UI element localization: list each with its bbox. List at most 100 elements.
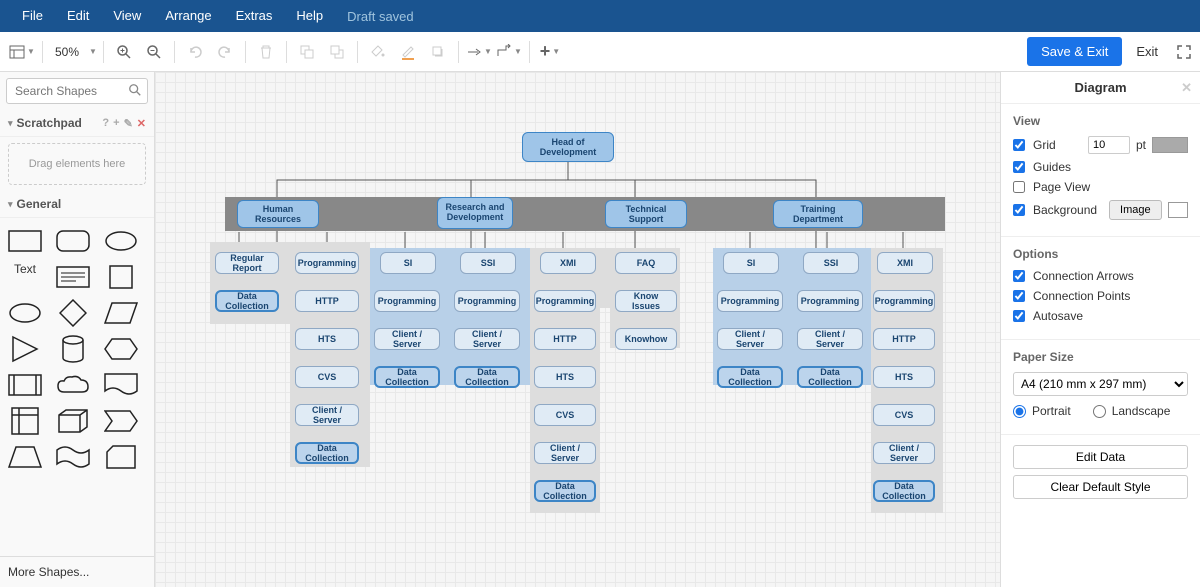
node[interactable]: Programming — [873, 290, 935, 312]
insert-button[interactable]: +▼ — [536, 38, 564, 66]
shape-cylinder[interactable] — [54, 334, 92, 364]
node[interactable]: Programming — [797, 290, 863, 312]
help-icon[interactable]: ? — [102, 117, 109, 130]
paper-size-select[interactable]: A4 (210 mm x 297 mm) — [1013, 372, 1188, 396]
menu-help[interactable]: Help — [284, 0, 335, 32]
zoom-level[interactable]: 50% — [49, 45, 85, 59]
shadow-button[interactable] — [424, 38, 452, 66]
node[interactable]: SI — [723, 252, 779, 274]
node[interactable]: Programming — [295, 252, 359, 274]
node[interactable]: Programming — [534, 290, 596, 312]
search-input[interactable] — [6, 78, 148, 104]
menu-edit[interactable]: Edit — [55, 0, 101, 32]
node[interactable]: Data Collection — [717, 366, 783, 388]
shape-ellipse2[interactable] — [6, 298, 44, 328]
conn-points-checkbox[interactable] — [1013, 290, 1025, 302]
shape-text[interactable]: Text — [6, 262, 44, 292]
shape-trapezoid[interactable] — [6, 442, 44, 472]
node[interactable]: HTS — [873, 366, 935, 388]
node[interactable]: Client / Server — [454, 328, 520, 350]
node[interactable]: Data Collection — [454, 366, 520, 388]
shape-card[interactable] — [102, 442, 140, 472]
line-color-button[interactable] — [394, 38, 422, 66]
undo-button[interactable] — [181, 38, 209, 66]
to-back-button[interactable] — [323, 38, 351, 66]
node[interactable]: Knowhow — [615, 328, 677, 350]
node-head[interactable]: Head of Development — [522, 132, 614, 162]
node[interactable]: Programming — [717, 290, 783, 312]
exit-button[interactable]: Exit — [1130, 40, 1164, 63]
shape-diamond[interactable] — [54, 298, 92, 328]
edit-data-button[interactable]: Edit Data — [1013, 445, 1188, 469]
fullscreen-icon[interactable] — [1176, 44, 1192, 60]
shape-parallelogram[interactable] — [102, 298, 140, 328]
shape-rounded-rect[interactable] — [54, 226, 92, 256]
node[interactable]: HTS — [534, 366, 596, 388]
save-exit-button[interactable]: Save & Exit — [1027, 37, 1122, 66]
node[interactable]: Client / Server — [717, 328, 783, 350]
background-checkbox[interactable] — [1013, 204, 1025, 216]
shape-textbox[interactable] — [54, 262, 92, 292]
node[interactable]: Data Collection — [374, 366, 440, 388]
zoom-out-button[interactable] — [140, 38, 168, 66]
shape-triangle[interactable] — [6, 334, 44, 364]
node[interactable]: HTTP — [295, 290, 359, 312]
node[interactable]: Data Collection — [215, 290, 279, 312]
background-color-button[interactable] — [1168, 202, 1188, 218]
shape-step[interactable] — [102, 406, 140, 436]
shape-rectangle[interactable] — [6, 226, 44, 256]
node-dept-hr[interactable]: Human Resources — [237, 200, 319, 228]
menu-extras[interactable]: Extras — [224, 0, 285, 32]
node[interactable]: Client / Server — [797, 328, 863, 350]
shape-hexagon[interactable] — [102, 334, 140, 364]
node[interactable]: Data Collection — [873, 480, 935, 502]
node[interactable]: Know Issues — [615, 290, 677, 312]
node[interactable]: Data Collection — [295, 442, 359, 464]
node-dept-ts[interactable]: Technical Support — [605, 200, 687, 228]
node-dept-td[interactable]: Training Department — [773, 200, 863, 228]
node[interactable]: HTTP — [873, 328, 935, 350]
node[interactable]: Programming — [374, 290, 440, 312]
scratchpad-header[interactable]: ▾ Scratchpad ? + ✎ ✕ — [0, 110, 154, 137]
node[interactable]: FAQ — [615, 252, 677, 274]
image-button[interactable]: Image — [1109, 200, 1162, 220]
more-shapes-button[interactable]: More Shapes... — [0, 556, 154, 587]
node[interactable]: SSI — [803, 252, 859, 274]
zoom-caret[interactable]: ▼ — [89, 47, 97, 56]
fill-color-button[interactable] — [364, 38, 392, 66]
zoom-in-button[interactable] — [110, 38, 138, 66]
close-icon[interactable]: ✕ — [1181, 80, 1192, 96]
edit-icon[interactable]: ✎ — [124, 117, 133, 130]
menu-view[interactable]: View — [101, 0, 153, 32]
shape-cloud[interactable] — [54, 370, 92, 400]
shape-document[interactable] — [102, 370, 140, 400]
node[interactable]: CVS — [295, 366, 359, 388]
shape-square[interactable] — [102, 262, 140, 292]
shape-tape[interactable] — [54, 442, 92, 472]
menu-file[interactable]: File — [10, 0, 55, 32]
search-icon[interactable] — [128, 83, 142, 100]
node[interactable]: CVS — [873, 404, 935, 426]
node[interactable]: Programming — [454, 290, 520, 312]
shape-ellipse[interactable] — [102, 226, 140, 256]
shape-cube[interactable] — [54, 406, 92, 436]
node[interactable]: Client / Server — [873, 442, 935, 464]
general-header[interactable]: ▾ General — [0, 191, 154, 218]
view-mode-button[interactable]: ▼ — [8, 38, 36, 66]
pageview-checkbox[interactable] — [1013, 181, 1025, 193]
node[interactable]: Data Collection — [534, 480, 596, 502]
node[interactable]: SI — [380, 252, 436, 274]
node[interactable]: Regular Report — [215, 252, 279, 274]
node[interactable]: HTS — [295, 328, 359, 350]
grid-checkbox[interactable] — [1013, 139, 1025, 151]
conn-arrows-checkbox[interactable] — [1013, 270, 1025, 282]
shape-internal-storage[interactable] — [6, 406, 44, 436]
add-icon[interactable]: + — [113, 117, 119, 130]
shape-process[interactable] — [6, 370, 44, 400]
grid-size-input[interactable] — [1088, 136, 1130, 154]
waypoint-button[interactable]: ▼ — [495, 38, 523, 66]
node-dept-rd[interactable]: Research and Development — [437, 197, 513, 229]
close-icon[interactable]: ✕ — [137, 117, 146, 130]
node[interactable]: Client / Server — [534, 442, 596, 464]
node[interactable]: XMI — [540, 252, 596, 274]
